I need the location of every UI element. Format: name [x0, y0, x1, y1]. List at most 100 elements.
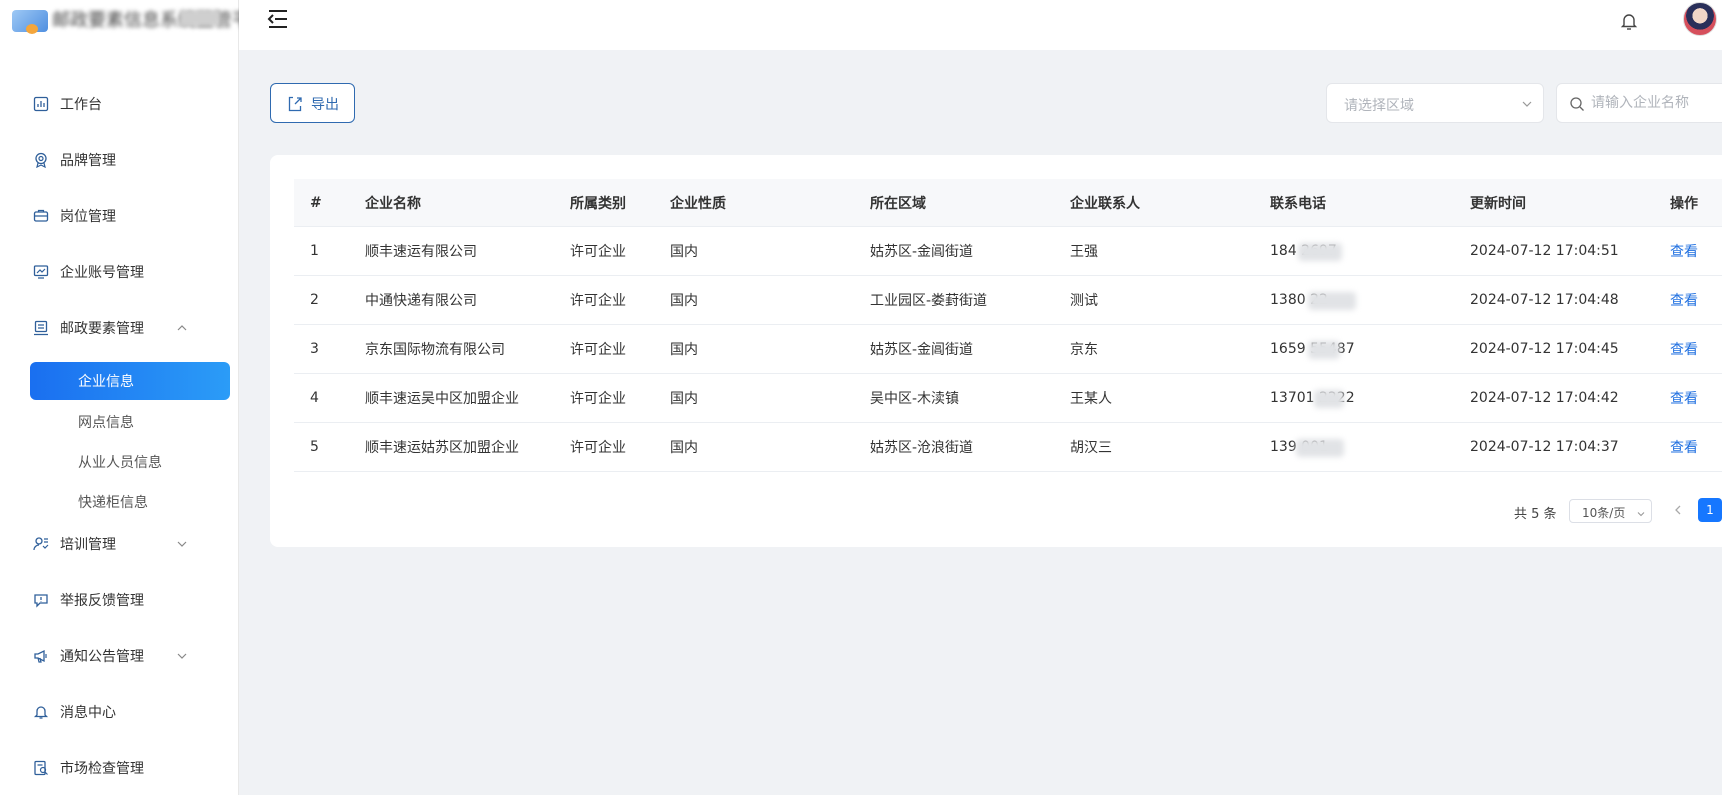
- sidebar-item-messages[interactable]: 消息中心: [0, 692, 239, 732]
- column-header: 所在区域: [870, 195, 926, 212]
- company-category: 许可企业: [570, 293, 626, 309]
- region-select[interactable]: 请选择区域: [1326, 83, 1544, 123]
- sidebar-item-label: 培训管理: [60, 537, 116, 553]
- company-name: 中通快递有限公司: [365, 293, 477, 309]
- sidebar-subitem-label: 从业人员信息: [78, 455, 162, 471]
- sidebar-item-announcements[interactable]: 通知公告管理: [0, 636, 239, 676]
- building-icon: [32, 319, 50, 337]
- table-row: 5 顺丰速运姑苏区加盟企业 许可企业 国内 姑苏区-沧浪街道 胡汉三 139 0…: [294, 423, 1722, 472]
- updated-time: 2024-07-12 17:04:37: [1470, 439, 1619, 455]
- company-contact: 胡汉三: [1070, 440, 1112, 456]
- chevron-down-icon: [1636, 507, 1646, 517]
- sidebar-item-market-inspection[interactable]: 市场检查管理: [0, 748, 239, 788]
- company-category: 许可企业: [570, 244, 626, 260]
- company-nature: 国内: [670, 293, 698, 309]
- sidebar-item-brand[interactable]: 品牌管理: [0, 140, 239, 180]
- sidebar-item-label: 岗位管理: [60, 209, 116, 225]
- column-header: 企业联系人: [1070, 195, 1140, 212]
- dashboard-icon: [32, 95, 50, 113]
- column-header: 更新时间: [1470, 195, 1526, 212]
- chevron-down-icon: [175, 649, 189, 663]
- sidebar-subitem-outlet-info[interactable]: 网点信息: [30, 403, 230, 441]
- sidebar-item-position[interactable]: 岗位管理: [0, 196, 239, 236]
- export-label: 导出: [311, 97, 339, 113]
- view-link[interactable]: 查看: [1670, 423, 1698, 471]
- sidebar-item-label: 工作台: [60, 97, 102, 113]
- company-name: 京东国际物流有限公司: [365, 342, 505, 358]
- view-link[interactable]: 查看: [1670, 227, 1698, 275]
- sidebar-item-label: 邮政要素管理: [60, 321, 144, 337]
- company-nature: 国内: [670, 391, 698, 407]
- row-number: 4: [310, 390, 319, 406]
- company-category: 许可企业: [570, 342, 626, 358]
- company-nature: 国内: [670, 342, 698, 358]
- sidebar-item-label: 品牌管理: [60, 153, 116, 169]
- sidebar-item-dashboard[interactable]: 工作台: [0, 84, 239, 124]
- export-icon: [287, 96, 303, 112]
- view-link[interactable]: 查看: [1670, 276, 1698, 324]
- view-link[interactable]: 查看: [1670, 374, 1698, 422]
- award-icon: [32, 151, 50, 169]
- phone-mask: [1314, 390, 1344, 408]
- company-region: 姑苏区-金阊街道: [870, 244, 974, 260]
- company-name: 顺丰速运姑苏区加盟企业: [365, 440, 519, 456]
- phone-mask: [1298, 243, 1342, 261]
- feedback-icon: [32, 591, 50, 609]
- company-nature: 国内: [670, 440, 698, 456]
- search-icon: [1569, 96, 1585, 112]
- sidebar-item-postal-elements[interactable]: 邮政要素管理: [0, 308, 239, 348]
- top-header: [239, 0, 1722, 50]
- column-header: 联系电话: [1270, 195, 1326, 212]
- logo-icon: [12, 10, 48, 34]
- inspection-icon: [32, 759, 50, 777]
- export-button[interactable]: 导出: [270, 83, 355, 123]
- row-number: 3: [310, 341, 319, 357]
- sidebar-item-label: 市场检查管理: [60, 761, 144, 777]
- menu-collapse-icon[interactable]: [267, 9, 289, 29]
- company-search-input[interactable]: [1591, 93, 1722, 113]
- updated-time: 2024-07-12 17:04:51: [1470, 243, 1619, 259]
- sidebar-subitem-staff-info[interactable]: 从业人员信息: [30, 443, 230, 481]
- sidebar-subitem-company-info[interactable]: 企业信息: [30, 362, 230, 400]
- row-number: 2: [310, 292, 319, 308]
- company-name: 顺丰速运吴中区加盟企业: [365, 391, 519, 407]
- user-avatar[interactable]: [1683, 2, 1717, 36]
- company-region: 吴中区-木渎镇: [870, 391, 960, 407]
- prev-page-icon[interactable]: [1671, 503, 1685, 517]
- column-header: 所属类别: [570, 195, 626, 212]
- table-row: 2 中通快递有限公司 许可企业 国内 工业园区-娄葑街道 测试 1380 22 …: [294, 276, 1722, 325]
- notification-bell-icon[interactable]: [1620, 11, 1638, 31]
- sidebar: 邮政要素信息系统监管平台 工作台 品牌管理 岗位管理: [0, 0, 239, 795]
- company-search: [1556, 83, 1722, 123]
- table-row: 4 顺丰速运吴中区加盟企业 许可企业 国内 吴中区-木渎镇 王某人 13701 …: [294, 374, 1722, 423]
- updated-time: 2024-07-12 17:04:42: [1470, 390, 1619, 406]
- sidebar-item-training[interactable]: 培训管理: [0, 524, 239, 564]
- updated-time: 2024-07-12 17:04:45: [1470, 341, 1619, 357]
- column-header: 企业性质: [670, 195, 726, 212]
- page-size-select[interactable]: 10条/页: [1569, 499, 1652, 523]
- pagination-total: 共 5 条: [1514, 507, 1557, 522]
- table-row: 3 京东国际物流有限公司 许可企业 国内 姑苏区-金阊街道 京东 1659 55…: [294, 325, 1722, 374]
- sidebar-subitem-locker-info[interactable]: 快递柜信息: [30, 483, 230, 521]
- sidebar-item-company-accounts[interactable]: 企业账号管理: [0, 252, 239, 292]
- view-link[interactable]: 查看: [1670, 325, 1698, 373]
- company-contact: 王某人: [1070, 391, 1112, 407]
- updated-time: 2024-07-12 17:04:48: [1470, 292, 1619, 308]
- column-header: 操作: [1670, 195, 1698, 212]
- sidebar-item-label: 消息中心: [60, 705, 116, 721]
- region-select-placeholder: 请选择区域: [1344, 98, 1414, 114]
- phone-mask: [1308, 341, 1340, 359]
- company-contact: 测试: [1070, 293, 1098, 309]
- table-header: # 企业名称 所属类别 企业性质 所在区域 企业联系人 联系电话 更新时间 操作: [294, 179, 1722, 227]
- current-page-button[interactable]: 1: [1698, 498, 1722, 522]
- company-contact: 王强: [1070, 244, 1098, 260]
- sidebar-subitem-label: 企业信息: [78, 374, 134, 390]
- table-card: # 企业名称 所属类别 企业性质 所在区域 企业联系人 联系电话 更新时间 操作…: [270, 155, 1722, 547]
- logo-area: 邮政要素信息系统监管平台: [0, 0, 239, 40]
- sidebar-subitem-label: 快递柜信息: [78, 495, 148, 511]
- phone-mask: [1308, 292, 1356, 310]
- monitor-chart-icon: [32, 263, 50, 281]
- company-contact: 京东: [1070, 342, 1098, 358]
- sidebar-item-reports[interactable]: 举报反馈管理: [0, 580, 239, 620]
- phone-mask: [1296, 439, 1344, 457]
